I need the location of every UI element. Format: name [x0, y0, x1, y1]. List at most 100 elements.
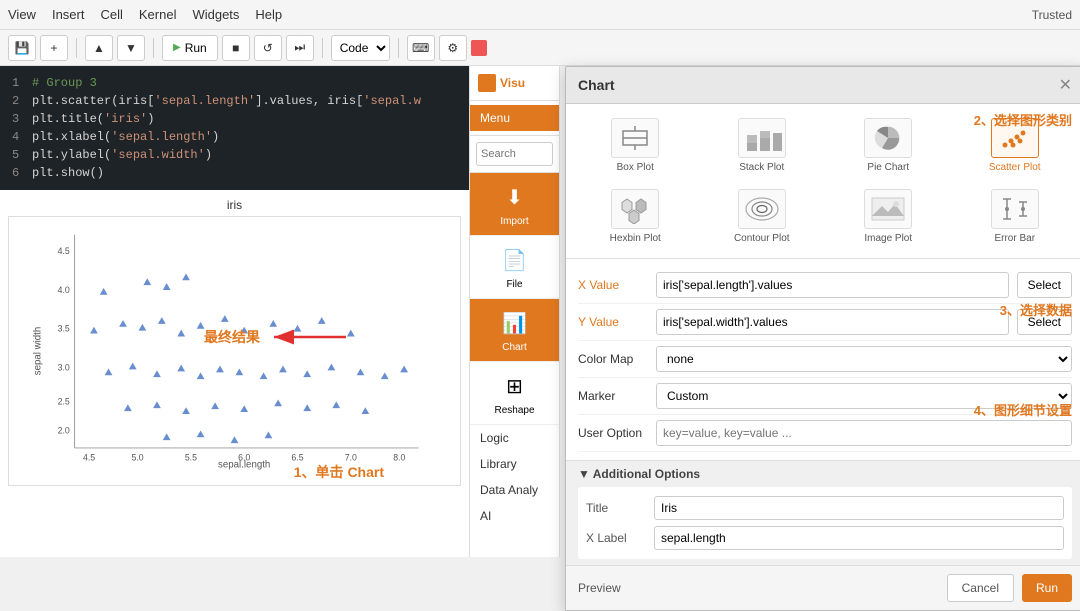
- xlabel-row: X Label: [586, 523, 1064, 553]
- svg-text:2.0: 2.0: [58, 425, 70, 435]
- apps-item-file[interactable]: 📄 File: [470, 236, 559, 299]
- menu-widgets[interactable]: Widgets: [192, 7, 239, 22]
- color-map-select[interactable]: none: [656, 346, 1072, 372]
- additional-options-section: ▼ Additional Options Title X Label: [566, 460, 1080, 565]
- vis-library-item[interactable]: Library: [470, 451, 559, 477]
- add-title-input[interactable]: [654, 496, 1064, 520]
- x-value-label: X Value: [578, 278, 648, 292]
- code-text-3: plt.title('iris'): [32, 110, 154, 128]
- line-num-6: 6: [12, 164, 24, 182]
- ann-3-text: 3、选择数据: [1000, 300, 1072, 319]
- save-button[interactable]: 💾: [8, 35, 36, 61]
- user-option-input[interactable]: [656, 420, 1072, 446]
- trusted-badge: Trusted: [1032, 8, 1072, 22]
- y-value-input[interactable]: [656, 309, 1009, 335]
- x-value-select-button[interactable]: Select: [1017, 272, 1072, 298]
- hexbin-plot-icon: [611, 189, 659, 229]
- hexbin-plot-label: Hexbin Plot: [610, 233, 661, 244]
- add-cell-button[interactable]: +: [40, 35, 68, 61]
- line-num-4: 4: [12, 128, 24, 146]
- fast-forward-button[interactable]: ⏭: [286, 35, 314, 61]
- apps-item-chart[interactable]: 📊 Chart: [470, 299, 559, 362]
- dialog-close-button[interactable]: ✕: [1059, 75, 1072, 95]
- vis-menu-item-menu[interactable]: Menu: [470, 105, 559, 131]
- move-up-button[interactable]: ▲: [85, 35, 113, 61]
- plot-area: iris sepal width sepal.length 4.5 4.0 3.…: [0, 190, 469, 494]
- chart-type-contour-plot[interactable]: Contour Plot: [701, 183, 824, 250]
- svg-text:3.0: 3.0: [58, 362, 70, 372]
- chart-type-error-bar[interactable]: Error Bar: [954, 183, 1077, 250]
- separator4: [398, 38, 399, 58]
- menu-insert[interactable]: Insert: [52, 7, 85, 22]
- ann-4-text: 4、图形细节设置: [974, 400, 1072, 419]
- color-map-label: Color Map: [578, 352, 648, 366]
- box-plot-icon: [611, 118, 659, 158]
- user-option-label: User Option: [578, 426, 648, 440]
- menu-view[interactable]: View: [8, 7, 36, 22]
- x-value-row: X Value Select: [578, 267, 1072, 304]
- chart-type-stack-plot[interactable]: Stack Plot: [701, 112, 824, 179]
- svg-text:4.0: 4.0: [58, 285, 70, 295]
- form-section: X Value Select Y Value Select Color Map …: [566, 259, 1080, 460]
- vis-title: Visu: [500, 76, 525, 90]
- interrupt-button[interactable]: ■: [222, 35, 250, 61]
- main-layout: 1 # Group 3 2 plt.scatter(iris['sepal.le…: [0, 66, 1080, 557]
- apps-import-label: Import: [500, 216, 528, 227]
- code-text-4: plt.xlabel('sepal.length'): [32, 128, 219, 146]
- ann-result-text: 最终结果: [204, 327, 260, 347]
- add-xlabel-input[interactable]: [654, 526, 1064, 550]
- vis-ai-item[interactable]: AI: [470, 503, 559, 529]
- svg-text:6.0: 6.0: [238, 453, 250, 463]
- vis-search-input[interactable]: [476, 142, 553, 166]
- restart-button[interactable]: ↺: [254, 35, 282, 61]
- menubar: View Insert Cell Kernel Widgets Help Tru…: [0, 0, 1080, 30]
- apps-item-reshape[interactable]: ⊞ Reshape: [470, 362, 559, 425]
- scatter-svg: sepal width sepal.length 4.5 4.0 3.5 3.0…: [17, 225, 452, 477]
- vis-apps-section: ⬇ Import 📄 File 📊 Chart ⊞ Reshape: [470, 173, 559, 425]
- move-down-button[interactable]: ▼: [117, 35, 145, 61]
- svg-text:5.0: 5.0: [132, 453, 144, 463]
- code-line-1: 1 # Group 3: [12, 74, 457, 92]
- stop-indicator: [471, 40, 487, 56]
- file-icon: 📄: [499, 244, 531, 276]
- chart-type-hexbin-plot[interactable]: Hexbin Plot: [574, 183, 697, 250]
- run-button-dialog[interactable]: Run: [1022, 574, 1072, 602]
- svg-text:sepal width: sepal width: [33, 327, 44, 375]
- y-value-row: Y Value Select: [578, 304, 1072, 341]
- pie-chart-icon: [864, 118, 912, 158]
- chart-type-box-plot[interactable]: Box Plot: [574, 112, 697, 179]
- plot-title: iris: [8, 198, 461, 212]
- line-num-2: 2: [12, 92, 24, 110]
- cell-type-select[interactable]: Code: [331, 35, 390, 61]
- menu-cell[interactable]: Cell: [100, 7, 122, 22]
- additional-header[interactable]: ▼ Additional Options: [578, 467, 1072, 481]
- result-annotation: 最终结果: [204, 327, 346, 347]
- menu-help[interactable]: Help: [255, 7, 282, 22]
- preview-label: Preview: [578, 581, 621, 595]
- vis-search-container: [470, 136, 559, 173]
- cancel-button[interactable]: Cancel: [947, 574, 1014, 602]
- chart-type-pie-chart[interactable]: Pie Chart: [827, 112, 950, 179]
- apps-item-import[interactable]: ⬇ Import: [470, 173, 559, 236]
- chart-type-image-plot[interactable]: Image Plot: [827, 183, 950, 250]
- run-button[interactable]: ▶ Run: [162, 35, 218, 61]
- apps-chart-label: Chart: [502, 342, 526, 353]
- menu-kernel[interactable]: Kernel: [139, 7, 177, 22]
- red-arrow: [266, 327, 346, 347]
- code-line-2: 2 plt.scatter(iris['sepal.length'].value…: [12, 92, 457, 110]
- chart-icon: 📊: [499, 307, 531, 339]
- x-value-input[interactable]: [656, 272, 1009, 298]
- settings-button[interactable]: ⚙: [439, 35, 467, 61]
- code-text-2: plt.scatter(iris['sepal.length'].values,…: [32, 92, 421, 110]
- title-row: Title: [586, 493, 1064, 523]
- keyboard-button[interactable]: ⌨: [407, 35, 435, 61]
- contour-plot-icon: [738, 189, 786, 229]
- separator2: [153, 38, 154, 58]
- vis-menu: Menu: [470, 101, 559, 136]
- vis-logo-icon: [478, 74, 496, 92]
- vis-dataanaly-item[interactable]: Data Analy: [470, 477, 559, 503]
- y-value-label: Y Value: [578, 315, 648, 329]
- vis-logic-item[interactable]: Logic: [470, 425, 559, 451]
- user-option-row: User Option: [578, 415, 1072, 452]
- add-title-label: Title: [586, 501, 646, 515]
